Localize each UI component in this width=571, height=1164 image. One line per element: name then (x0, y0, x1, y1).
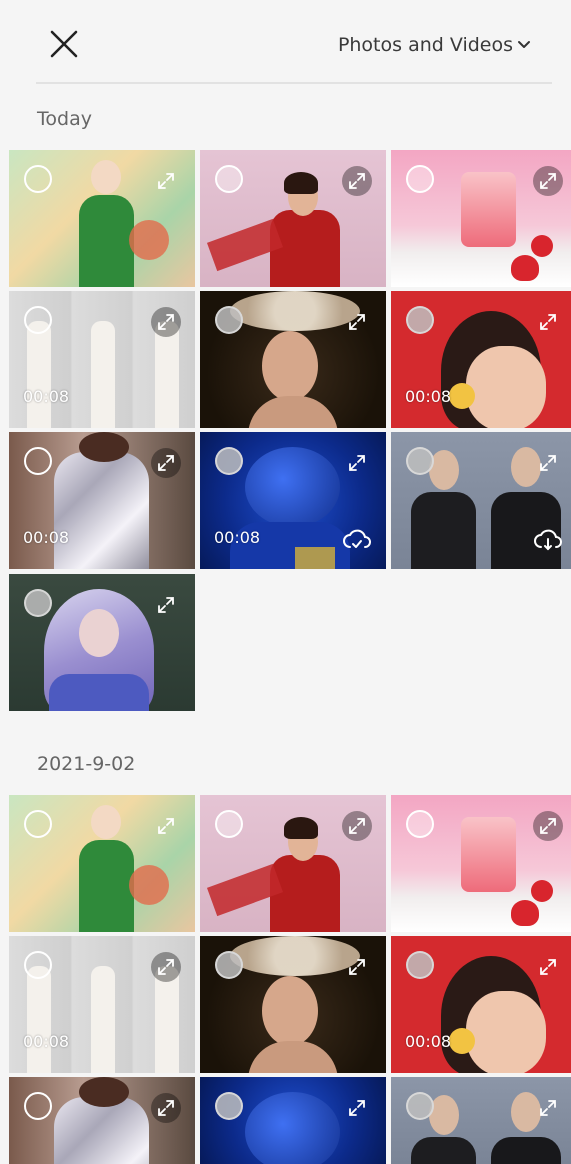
media-tile[interactable] (391, 795, 571, 932)
expand-icon (540, 455, 556, 471)
expand-button[interactable] (342, 1093, 372, 1123)
select-checkbox[interactable] (24, 165, 52, 193)
video-duration: 00:08 (405, 387, 452, 406)
expand-icon (349, 959, 365, 975)
video-duration: 00:08 (214, 528, 261, 547)
select-checkbox[interactable] (215, 810, 243, 838)
expand-icon (158, 959, 174, 975)
chevron-down-icon (518, 41, 530, 48)
expand-button[interactable] (342, 811, 372, 841)
select-checkbox[interactable] (215, 447, 243, 475)
media-tile[interactable] (9, 574, 195, 711)
select-checkbox[interactable] (406, 1092, 434, 1120)
select-checkbox[interactable] (215, 951, 243, 979)
close-button[interactable] (46, 26, 82, 62)
media-tile[interactable] (200, 936, 386, 1073)
header-divider (36, 82, 552, 84)
expand-button[interactable] (151, 811, 181, 841)
top-bar: Photos and Videos (0, 0, 571, 84)
select-checkbox[interactable] (24, 810, 52, 838)
video-duration: 00:08 (23, 528, 70, 547)
expand-icon (158, 1100, 174, 1116)
media-tile[interactable]: 00:08 (200, 432, 386, 569)
expand-button[interactable] (533, 811, 563, 841)
expand-icon (540, 1100, 556, 1116)
media-tile[interactable] (9, 1077, 195, 1164)
expand-button[interactable] (342, 448, 372, 478)
expand-button[interactable] (533, 1093, 563, 1123)
media-filter-dropdown[interactable]: Photos and Videos (338, 30, 531, 60)
media-tile[interactable] (200, 291, 386, 428)
media-tile[interactable] (391, 1077, 571, 1164)
select-checkbox[interactable] (406, 810, 434, 838)
expand-icon (540, 818, 556, 834)
expand-icon (540, 173, 556, 189)
media-tile[interactable]: 00:08 (9, 936, 195, 1073)
expand-icon (158, 818, 174, 834)
cloud-check-icon[interactable] (342, 527, 372, 553)
expand-icon (349, 173, 365, 189)
expand-icon (349, 455, 365, 471)
video-duration: 00:08 (23, 1032, 70, 1051)
select-checkbox[interactable] (406, 165, 434, 193)
media-tile[interactable] (200, 150, 386, 287)
expand-button[interactable] (533, 448, 563, 478)
expand-button[interactable] (533, 952, 563, 982)
select-checkbox[interactable] (406, 447, 434, 475)
select-checkbox[interactable] (24, 447, 52, 475)
expand-icon (158, 597, 174, 613)
media-tile[interactable]: 00:08 (9, 291, 195, 428)
expand-button[interactable] (151, 307, 181, 337)
select-checkbox[interactable] (215, 306, 243, 334)
expand-button[interactable] (151, 448, 181, 478)
expand-button[interactable] (533, 307, 563, 337)
expand-icon (158, 455, 174, 471)
media-tile[interactable]: 00:08 (391, 291, 571, 428)
expand-button[interactable] (533, 166, 563, 196)
expand-button[interactable] (151, 166, 181, 196)
media-tile[interactable] (9, 150, 195, 287)
expand-icon (540, 314, 556, 330)
expand-icon (158, 314, 174, 330)
media-tile[interactable]: 00:08 (9, 432, 195, 569)
cloud-download-icon[interactable] (533, 527, 563, 553)
video-duration: 00:08 (23, 387, 70, 406)
expand-button[interactable] (342, 952, 372, 982)
select-checkbox[interactable] (406, 951, 434, 979)
media-filter-label: Photos and Videos (337, 34, 513, 56)
media-tile[interactable] (200, 1077, 386, 1164)
select-checkbox[interactable] (406, 306, 434, 334)
section-title-date: 2021-9-02 (37, 753, 136, 775)
media-tile[interactable] (9, 795, 195, 932)
select-checkbox[interactable] (215, 165, 243, 193)
expand-button[interactable] (342, 307, 372, 337)
media-tile[interactable]: 00:08 (391, 936, 571, 1073)
section-title-today: Today (37, 108, 92, 130)
expand-icon (349, 314, 365, 330)
select-checkbox[interactable] (24, 1092, 52, 1120)
expand-button[interactable] (342, 166, 372, 196)
select-checkbox[interactable] (24, 589, 52, 617)
expand-icon (349, 1100, 365, 1116)
expand-icon (540, 959, 556, 975)
select-checkbox[interactable] (24, 951, 52, 979)
media-tile[interactable] (391, 432, 571, 569)
media-tile[interactable] (391, 150, 571, 287)
close-icon (50, 30, 78, 58)
media-tile[interactable] (200, 795, 386, 932)
expand-icon (158, 173, 174, 189)
select-checkbox[interactable] (215, 1092, 243, 1120)
expand-icon (349, 818, 365, 834)
expand-button[interactable] (151, 952, 181, 982)
video-duration: 00:08 (405, 1032, 452, 1051)
expand-button[interactable] (151, 1093, 181, 1123)
select-checkbox[interactable] (24, 306, 52, 334)
expand-button[interactable] (151, 590, 181, 620)
